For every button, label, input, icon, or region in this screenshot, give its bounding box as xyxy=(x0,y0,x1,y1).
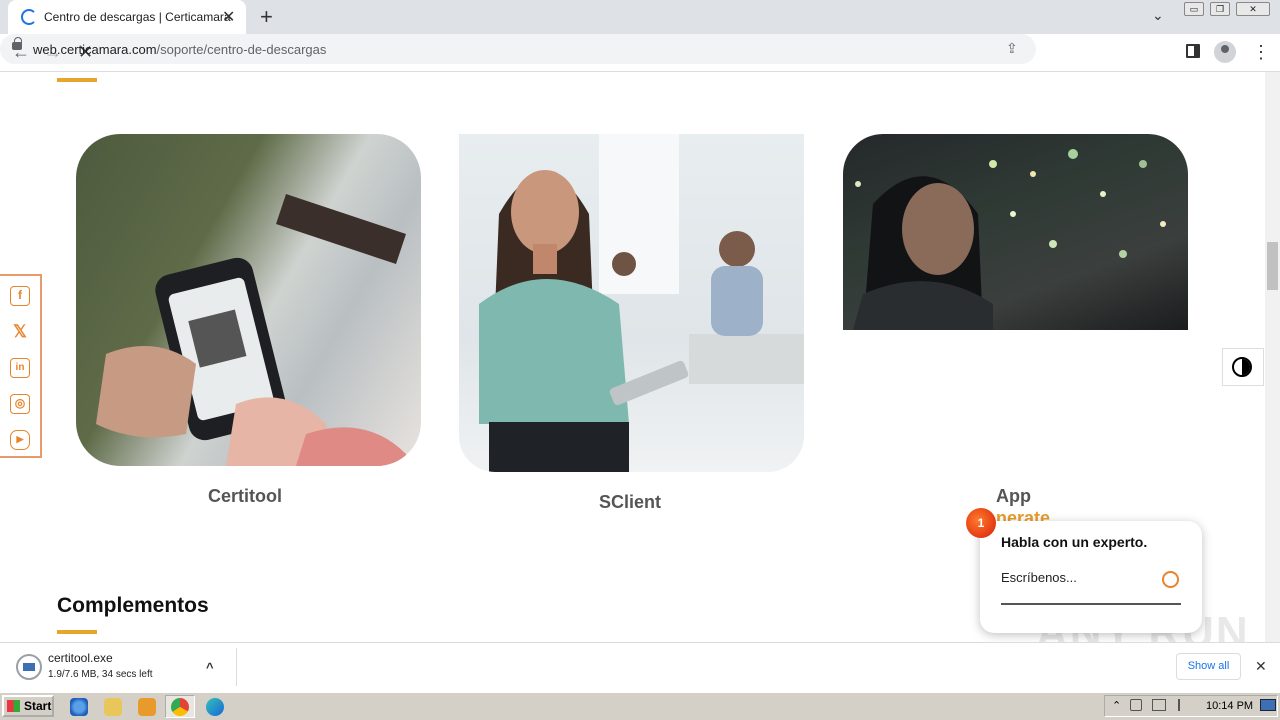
show-desktop-icon[interactable] xyxy=(1260,699,1276,711)
instagram-icon[interactable]: ◎ xyxy=(10,394,30,414)
profile-avatar-icon[interactable] xyxy=(1214,41,1236,63)
chrome-icon xyxy=(171,698,189,716)
tab-title: Centro de descargas | Certicamara xyxy=(44,10,231,24)
volume-icon[interactable] xyxy=(1130,699,1142,711)
url-path: /soporte/centro-de-descargas xyxy=(156,42,327,57)
edge-icon[interactable] xyxy=(206,698,224,716)
start-label: Start xyxy=(24,699,52,713)
linkedin-icon[interactable]: in xyxy=(10,358,30,378)
close-window-button[interactable]: ✕ xyxy=(1236,2,1270,16)
social-sidebar: f 𝕏 in ◎ ▶ xyxy=(0,274,42,458)
file-explorer-icon[interactable] xyxy=(104,698,122,716)
internet-explorer-icon[interactable] xyxy=(70,698,88,716)
youtube-icon[interactable]: ▶ xyxy=(10,430,30,450)
sclient-label[interactable]: SClient xyxy=(599,492,661,513)
address-bar[interactable]: web.certicamara.com/soporte/centro-de-de… xyxy=(0,34,1036,64)
minimize-button[interactable]: ▭ xyxy=(1184,2,1204,16)
menu-icon[interactable]: ⋮ xyxy=(1252,42,1270,63)
app-label-text: App xyxy=(996,486,1031,506)
accent-line-top xyxy=(57,78,97,82)
media-player-icon[interactable] xyxy=(138,698,156,716)
facebook-icon[interactable]: f xyxy=(10,286,30,306)
tray-expand-icon[interactable]: ⌃ xyxy=(1112,699,1121,712)
app-label[interactable]: App xyxy=(996,486,1031,507)
chat-widget[interactable]: Habla con un experto. Escríbenos... xyxy=(980,521,1202,633)
woman-office-illustration xyxy=(479,134,804,472)
show-all-button[interactable]: Show all xyxy=(1176,653,1241,680)
whatsapp-icon[interactable] xyxy=(1162,571,1179,588)
url-domain: web.certicamara.com xyxy=(33,42,157,57)
share-icon[interactable]: ⇪ xyxy=(1006,40,1018,57)
chat-title: Habla con un experto. xyxy=(1001,534,1148,550)
download-menu-chevron-icon[interactable]: ^ xyxy=(206,660,214,675)
app-image[interactable] xyxy=(843,134,1188,330)
certitool-label[interactable]: Certitool xyxy=(208,486,282,507)
download-progress-text: 1.9/7.6 MB, 34 secs left xyxy=(48,669,153,680)
download-file-name[interactable]: certitool.exe xyxy=(48,651,113,665)
x-icon[interactable]: 𝕏 xyxy=(10,322,30,342)
download-bar xyxy=(0,642,1280,692)
scrollbar-thumb[interactable] xyxy=(1267,242,1278,290)
download-divider xyxy=(236,648,237,686)
certitool-image[interactable] xyxy=(76,134,421,466)
chat-notification-badge[interactable]: 1 xyxy=(966,508,996,538)
woman-night-illustration xyxy=(853,149,1166,330)
taskbar-clock[interactable]: 10:14 PM xyxy=(1206,700,1253,712)
tab-search-icon[interactable]: ⌄ xyxy=(1152,7,1164,24)
sclient-image[interactable] xyxy=(459,134,804,472)
url-text[interactable]: web.certicamara.com/soporte/centro-de-de… xyxy=(33,42,326,57)
windows-flag-icon xyxy=(7,700,20,712)
chat-input-underline xyxy=(1001,603,1181,605)
restore-button[interactable]: ❐ xyxy=(1210,2,1230,16)
loading-spinner-icon xyxy=(21,9,37,25)
page-scrollbar[interactable] xyxy=(1265,72,1280,642)
complementos-heading: Complementos xyxy=(57,594,209,617)
network-icon[interactable] xyxy=(1152,699,1166,711)
contrast-icon xyxy=(1232,357,1252,377)
phone-qr-illustration xyxy=(96,194,406,466)
flag-notification-icon[interactable] xyxy=(1178,699,1190,711)
accent-line-complementos xyxy=(57,630,97,634)
tab-active[interactable]: Centro de descargas | Certicamara ✕ xyxy=(8,0,246,34)
start-button[interactable]: Start xyxy=(2,695,54,717)
lock-icon[interactable] xyxy=(12,37,22,50)
side-panel-icon[interactable] xyxy=(1186,44,1200,58)
chat-input[interactable]: Escríbenos... xyxy=(1001,570,1077,585)
new-tab-button[interactable]: + xyxy=(260,4,273,30)
tab-close-icon[interactable]: ✕ xyxy=(222,7,235,27)
contrast-toggle-button[interactable] xyxy=(1222,348,1264,386)
file-download-icon[interactable] xyxy=(16,654,42,680)
browser-toolbar: ← → ✕ web.certicamara.com/soporte/centro… xyxy=(0,34,1280,72)
download-bar-close-icon[interactable]: ✕ xyxy=(1255,658,1267,675)
